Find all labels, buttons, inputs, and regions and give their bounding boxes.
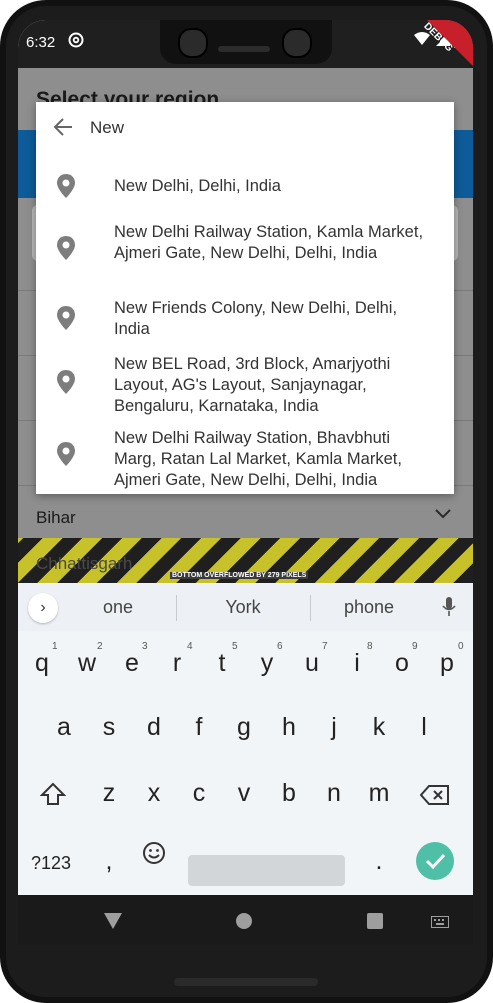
keyboard: › one York phone q w e r t y u i o p 1 2… (18, 583, 473, 895)
arrow-back-icon[interactable] (52, 116, 74, 138)
region-row-label[interactable]: Chhattisgarh (36, 554, 132, 574)
key-o[interactable]: o (380, 649, 424, 678)
key-comma[interactable]: , (87, 847, 131, 876)
screen: 6:32 DEBUG Select your region Bihar Chha… (18, 20, 473, 945)
key-hint: 4 (187, 641, 193, 652)
key-y[interactable]: y (245, 649, 289, 678)
location-pin-icon (56, 236, 76, 260)
key-g[interactable]: g (222, 713, 266, 742)
key-hint: 5 (232, 641, 238, 652)
backspace-icon[interactable] (419, 785, 450, 810)
status-time: 6:32 (26, 34, 56, 51)
bottom-speaker (174, 978, 318, 986)
search-result[interactable]: New Delhi Railway Station, Kamla Market,… (36, 218, 454, 284)
search-input[interactable] (88, 114, 432, 142)
back-nav-icon[interactable] (104, 913, 122, 934)
suggestion[interactable]: phone (309, 597, 429, 618)
chevron-right-icon[interactable]: › (28, 593, 58, 623)
sensor-icon (282, 28, 312, 58)
debug-banner: DEBUG (328, 20, 473, 72)
key-hint: 0 (458, 641, 464, 652)
result-text: New Delhi Railway Station, Kamla Market,… (114, 223, 424, 262)
key-a[interactable]: a (42, 713, 86, 742)
key-hint: 7 (322, 641, 328, 652)
key-j[interactable]: j (312, 713, 356, 742)
search-dropdown: New Delhi, Delhi, India New Delhi Railwa… (36, 102, 454, 494)
key-hint: 6 (277, 641, 283, 652)
home-nav-icon[interactable] (236, 913, 252, 934)
search-result[interactable]: New Delhi Railway Station, Bhavbhuti Mar… (36, 426, 454, 494)
enter-button[interactable] (416, 842, 454, 880)
phone-frame: 6:32 DEBUG Select your region Bihar Chha… (0, 0, 493, 1003)
key-hint: 8 (367, 641, 373, 652)
key-e[interactable]: e (110, 649, 154, 678)
front-camera-icon (178, 28, 208, 58)
suggestion-divider (176, 595, 177, 621)
status-bar: 6:32 DEBUG (18, 20, 473, 72)
key-q[interactable]: q (20, 649, 64, 678)
key-i[interactable]: i (335, 649, 379, 678)
suggestion[interactable]: one (58, 597, 178, 618)
key-v[interactable]: v (222, 779, 266, 808)
suggestion-strip: › one York phone (18, 583, 473, 631)
at-icon (68, 32, 84, 53)
location-pin-icon (56, 370, 76, 394)
result-text: New Delhi Railway Station, Bhavbhuti Mar… (114, 429, 402, 489)
key-k[interactable]: k (357, 713, 401, 742)
keyboard-switch-icon[interactable] (431, 915, 449, 933)
search-result[interactable]: New Delhi, Delhi, India (36, 164, 454, 208)
space-bar[interactable] (188, 855, 345, 886)
navigation-bar (18, 895, 473, 945)
key-area: q w e r t y u i o p 1 2 3 4 5 6 7 8 9 0 (18, 631, 473, 895)
key-c[interactable]: c (177, 779, 221, 808)
key-hint: 9 (412, 641, 418, 652)
search-result[interactable]: New BEL Road, 3rd Block, Amarjyothi Layo… (36, 354, 454, 420)
key-f[interactable]: f (177, 713, 221, 742)
location-pin-icon (56, 174, 76, 198)
key-hint: 2 (97, 641, 103, 652)
key-z[interactable]: z (87, 779, 131, 808)
result-text: New Friends Colony, New Delhi, Delhi, In… (114, 299, 398, 338)
key-h[interactable]: h (267, 713, 311, 742)
speaker-grille (218, 46, 270, 52)
key-d[interactable]: d (132, 713, 176, 742)
emoji-icon[interactable] (142, 841, 166, 870)
key-s[interactable]: s (87, 713, 131, 742)
recents-nav-icon[interactable] (367, 913, 383, 934)
key-w[interactable]: w (65, 649, 109, 678)
region-row-label[interactable]: Bihar (36, 508, 76, 528)
chevron-down-icon[interactable] (435, 506, 451, 524)
mic-icon[interactable] (442, 597, 456, 622)
key-period[interactable]: . (357, 847, 401, 876)
overflow-warning: BOTTOM OVERFLOWED BY 279 PIXELS (170, 572, 309, 579)
key-x[interactable]: x (132, 779, 176, 808)
key-n[interactable]: n (312, 779, 356, 808)
search-result[interactable]: New Friends Colony, New Delhi, Delhi, In… (36, 298, 454, 342)
key-p[interactable]: p (425, 649, 469, 678)
key-hint: 1 (52, 641, 58, 652)
shift-icon[interactable] (39, 782, 67, 811)
key-hint: 3 (142, 641, 148, 652)
symbols-key[interactable]: ?123 (31, 853, 71, 874)
check-icon (425, 853, 446, 870)
key-r[interactable]: r (155, 649, 199, 678)
key-u[interactable]: u (290, 649, 334, 678)
suggestion[interactable]: York (183, 597, 303, 618)
location-pin-icon (56, 442, 76, 466)
key-l[interactable]: l (402, 713, 446, 742)
result-text: New Delhi, Delhi, India (114, 177, 281, 195)
key-t[interactable]: t (200, 649, 244, 678)
result-text: New BEL Road, 3rd Block, Amarjyothi Layo… (114, 355, 391, 415)
key-b[interactable]: b (267, 779, 311, 808)
location-pin-icon (56, 306, 76, 330)
key-m[interactable]: m (357, 779, 401, 808)
